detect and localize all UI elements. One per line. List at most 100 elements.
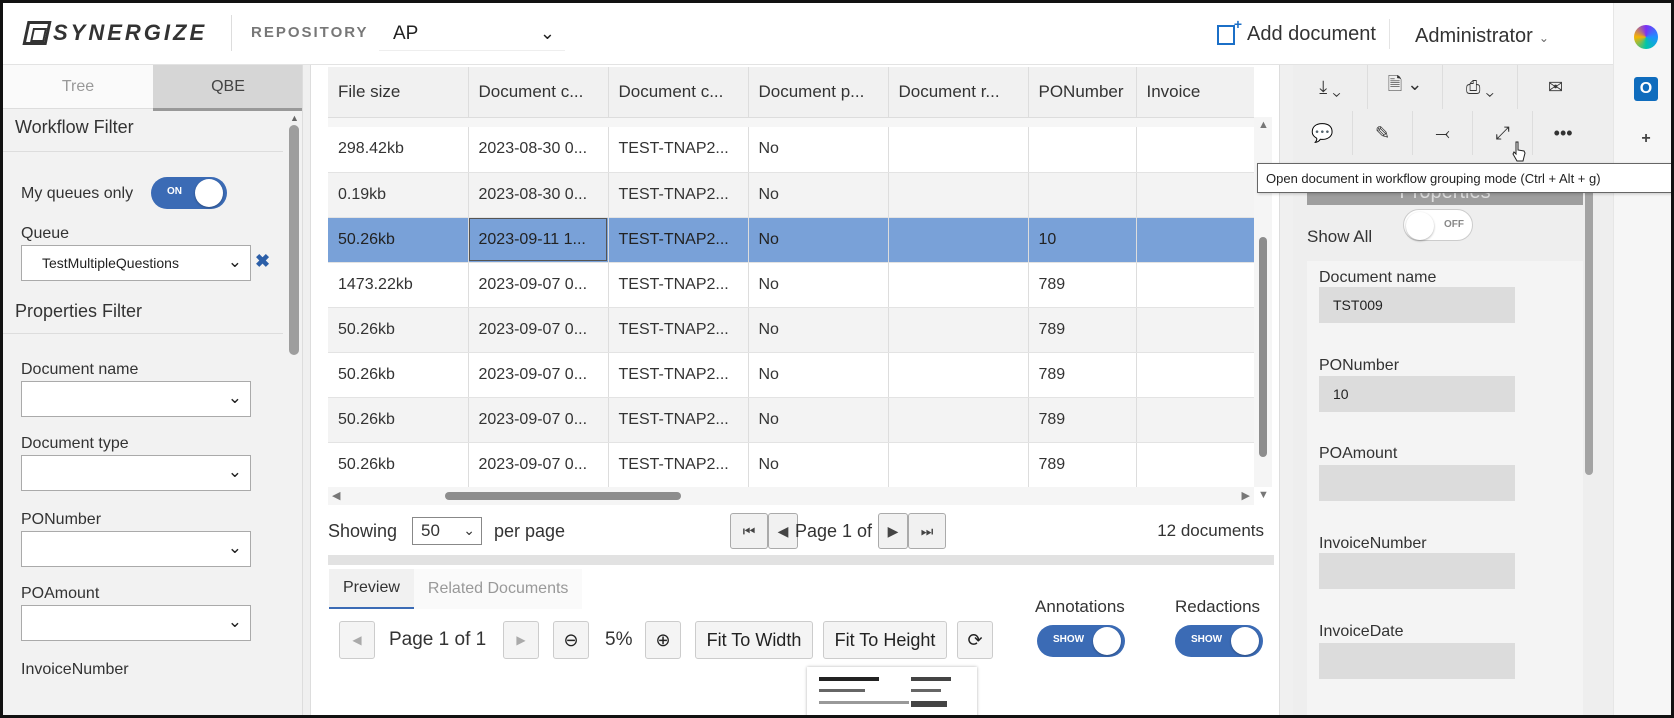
- table-row[interactable]: 50.26kb 2023-09-07 0... TEST-TNAP2... No…: [328, 352, 1254, 398]
- table-cell: TEST-TNAP2...: [608, 127, 749, 173]
- my-queues-only-toggle[interactable]: ON: [151, 177, 227, 209]
- table-row[interactable]: 50.26kb 2023-09-07 0... TEST-TNAP2... No…: [328, 307, 1254, 353]
- column-header[interactable]: Document c...: [468, 67, 609, 118]
- table-cell: No: [748, 352, 889, 398]
- properties-filter-title: Properties Filter: [15, 301, 143, 321]
- table-cell: 298.42kb: [328, 127, 469, 173]
- column-header[interactable]: Invoice: [1136, 67, 1254, 118]
- properties-scrollbar[interactable]: [1585, 175, 1593, 475]
- table-cell: 2023-09-07 0...: [468, 397, 609, 443]
- more-button[interactable]: •••: [1533, 111, 1593, 155]
- left-splitter[interactable]: [303, 65, 311, 715]
- clear-queue-icon[interactable]: ✖: [255, 251, 270, 272]
- horizontal-splitter[interactable]: [328, 555, 1274, 565]
- table-row[interactable]: 298.42kb 2023-08-30 0... TEST-TNAP2... N…: [328, 127, 1254, 173]
- add-document-button[interactable]: Add document: [1217, 16, 1376, 46]
- table-row[interactable]: 0.19kb 2023-08-30 0... TEST-TNAP2... No: [328, 172, 1254, 218]
- table-row[interactable]: 50.26kb 2023-09-07 0... TEST-TNAP2... No…: [328, 397, 1254, 443]
- comment-button[interactable]: 💬: [1293, 111, 1354, 155]
- user-menu[interactable]: Administrator ⌄: [1415, 25, 1549, 48]
- filter-panel-scrollbar[interactable]: [289, 125, 299, 355]
- scroll-up-icon[interactable]: ▲: [1258, 119, 1269, 131]
- scroll-down-icon[interactable]: ▼: [1258, 489, 1269, 501]
- table-cell: [888, 442, 1029, 488]
- table-cell: No: [748, 172, 889, 218]
- table-cell: 2023-08-30 0...: [468, 172, 609, 218]
- edit-button[interactable]: ✎: [1353, 111, 1414, 155]
- table-row[interactable]: 50.26kb 2023-09-07 0... TEST-TNAP2... No…: [328, 442, 1254, 488]
- field-label-poamount: POAmount: [1319, 445, 1398, 462]
- scrollbar-thumb[interactable]: [445, 492, 681, 500]
- email-button[interactable]: ✉: [1518, 65, 1593, 109]
- repository-select[interactable]: AP ⌄: [379, 17, 565, 51]
- filter-ponumber[interactable]: ⌄: [21, 531, 251, 567]
- next-page-button[interactable]: ▶: [503, 621, 539, 659]
- outlook-icon[interactable]: O: [1634, 77, 1658, 101]
- scroll-up-icon[interactable]: ▲: [290, 113, 299, 123]
- tab-qbe[interactable]: QBE: [153, 65, 302, 111]
- scrollbar-thumb[interactable]: [1259, 237, 1267, 457]
- table-cell: 50.26kb: [328, 217, 469, 263]
- properties-toolbar-row-1: ⤓ ⌄ 🗎 ⌄ ⎙ ⌄ ✉: [1293, 65, 1593, 109]
- next-page-button[interactable]: ▶: [878, 513, 908, 549]
- zoom-in-button[interactable]: ⊕: [645, 621, 681, 659]
- scroll-right-icon[interactable]: ▶: [1242, 489, 1250, 502]
- page-indicator: Page 1 of 1: [795, 521, 888, 541]
- plus-icon[interactable]: +: [1634, 127, 1658, 151]
- tab-tree[interactable]: Tree: [3, 65, 153, 109]
- documents-table: File size Document c... Document c... Do…: [328, 67, 1254, 488]
- workflow-filter-title: Workflow Filter: [15, 117, 134, 137]
- prev-page-button[interactable]: ◀: [339, 621, 375, 659]
- preview-line: [819, 677, 879, 681]
- field-invoicedate[interactable]: [1319, 643, 1515, 679]
- column-header[interactable]: File size: [328, 67, 469, 118]
- annotations-toggle[interactable]: SHOW: [1037, 625, 1125, 657]
- column-header[interactable]: Document p...: [748, 67, 889, 118]
- per-page-select[interactable]: 50 ⌄: [412, 517, 482, 545]
- filter-document-name[interactable]: ⌄: [21, 381, 251, 417]
- tab-related-documents[interactable]: Related Documents: [413, 569, 583, 609]
- preview-line: [911, 689, 941, 692]
- preview-line: [911, 701, 947, 707]
- field-poamount[interactable]: [1319, 465, 1515, 501]
- filter-poamount[interactable]: ⌄: [21, 605, 251, 641]
- export-pdf-button[interactable]: 🗎 ⌄: [1368, 65, 1443, 109]
- field-document-name[interactable]: TST009: [1319, 287, 1515, 323]
- tab-preview[interactable]: Preview: [329, 569, 414, 609]
- fit-to-height-button[interactable]: Fit To Height: [823, 621, 947, 659]
- queue-label: Queue: [21, 225, 70, 242]
- redactions-toggle[interactable]: SHOW: [1175, 625, 1263, 657]
- table-cell: [1028, 172, 1137, 218]
- per-page-value: 50: [421, 521, 440, 540]
- table-cell: No: [748, 307, 889, 353]
- copilot-icon[interactable]: [1634, 25, 1658, 49]
- column-header[interactable]: PONumber: [1028, 67, 1137, 118]
- column-header[interactable]: Document c...: [608, 67, 749, 118]
- zoom-out-button[interactable]: ⊖: [553, 621, 589, 659]
- refresh-icon: ⟳: [967, 629, 983, 650]
- download-button[interactable]: ⤓ ⌄: [1293, 65, 1368, 109]
- grid-horizontal-scrollbar[interactable]: ◀ ▶: [328, 487, 1254, 505]
- fit-to-width-button[interactable]: Fit To Width: [695, 621, 813, 659]
- refresh-button[interactable]: ⟳: [957, 621, 993, 659]
- first-page-button[interactable]: ⏮: [730, 513, 768, 549]
- table-row[interactable]: 1473.22kb 2023-09-07 0... TEST-TNAP2... …: [328, 262, 1254, 308]
- field-ponumber[interactable]: 10: [1319, 376, 1515, 412]
- show-all-toggle[interactable]: OFF: [1403, 209, 1473, 241]
- queue-select[interactable]: TestMultipleQuestions ⌄: [21, 245, 251, 281]
- table-row-selected[interactable]: 50.26kb 2023-09-11 1... TEST-TNAP2... No…: [328, 217, 1254, 263]
- preview-tabs: Preview Related Documents: [329, 569, 583, 609]
- table-cell: 789: [1028, 397, 1137, 443]
- last-page-button[interactable]: ⏭: [908, 513, 946, 549]
- filter-document-type[interactable]: ⌄: [21, 455, 251, 491]
- column-header[interactable]: Document r...: [888, 67, 1029, 118]
- scroll-left-icon[interactable]: ◀: [332, 489, 340, 502]
- document-preview-thumbnail[interactable]: [807, 667, 977, 715]
- workflow-button[interactable]: ⤙: [1413, 111, 1474, 155]
- print-button[interactable]: ⎙ ⌄: [1443, 65, 1518, 109]
- table-cell: 50.26kb: [328, 442, 469, 488]
- field-invoicenumber[interactable]: [1319, 553, 1515, 589]
- logo-icon: [22, 21, 52, 45]
- prev-page-button[interactable]: ◀: [768, 513, 798, 549]
- my-queues-only-label: My queues only: [21, 185, 134, 202]
